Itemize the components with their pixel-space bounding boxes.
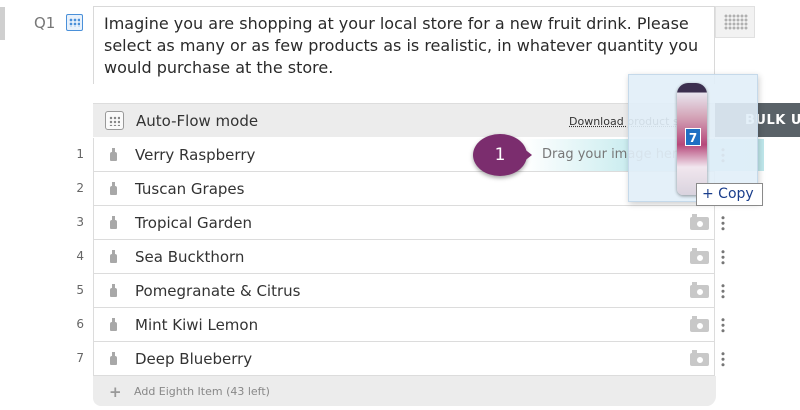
add-item-label[interactable]: Add Eighth Item (43 left) bbox=[134, 385, 270, 398]
list-item[interactable]: 3 Tropical Garden bbox=[76, 206, 725, 240]
list-item[interactable]: 6 Mint Kiwi Lemon bbox=[76, 308, 725, 342]
list-item[interactable]: 7 Deep Blueberry bbox=[76, 342, 725, 376]
product-list: 1 Verry Raspberry Drag your image here 2… bbox=[76, 138, 764, 376]
more-options-icon[interactable] bbox=[721, 317, 725, 334]
add-item-row[interactable]: + Add Eighth Item (43 left) bbox=[93, 376, 715, 406]
autoflow-bar: Auto-Flow mode Download product s bbox=[93, 103, 715, 137]
more-options-icon[interactable] bbox=[721, 215, 725, 232]
item-number: 3 bbox=[76, 215, 84, 229]
item-label[interactable]: Mint Kiwi Lemon bbox=[135, 316, 258, 334]
more-options-icon[interactable] bbox=[721, 249, 725, 266]
camera-icon[interactable] bbox=[690, 350, 709, 366]
bottle-icon bbox=[110, 216, 117, 229]
list-item[interactable]: 5 Pomegranate & Citrus bbox=[76, 274, 725, 308]
bottle-icon bbox=[110, 352, 117, 365]
question-text[interactable]: Imagine you are shopping at your local s… bbox=[93, 6, 715, 84]
item-number: 2 bbox=[76, 181, 84, 195]
item-label[interactable]: Sea Buckthorn bbox=[135, 248, 244, 266]
item-label[interactable]: Deep Blueberry bbox=[135, 350, 252, 368]
question-drag-handle-icon[interactable] bbox=[715, 6, 755, 38]
list-item[interactable]: 2 Tuscan Grapes bbox=[76, 172, 725, 206]
item-number: 7 bbox=[76, 351, 84, 365]
bottle-icon bbox=[110, 318, 117, 331]
bottle-icon bbox=[110, 148, 117, 161]
grid-icon[interactable] bbox=[66, 14, 83, 31]
question-number: Q1 bbox=[34, 14, 56, 32]
item-label[interactable]: Verry Raspberry bbox=[135, 146, 255, 164]
bottle-icon bbox=[110, 250, 117, 263]
list-item[interactable]: 4 Sea Buckthorn bbox=[76, 240, 725, 274]
add-row-corner bbox=[694, 376, 716, 406]
plus-icon[interactable]: + bbox=[109, 383, 122, 401]
camera-icon[interactable] bbox=[690, 316, 709, 332]
question-accent-bar bbox=[0, 7, 5, 40]
more-options-icon[interactable] bbox=[721, 283, 725, 300]
item-number: 4 bbox=[76, 249, 84, 263]
autoflow-label: Auto-Flow mode bbox=[136, 112, 259, 130]
autoflow-icon[interactable] bbox=[105, 111, 124, 130]
item-number: 6 bbox=[76, 317, 84, 331]
step-badge-pointer bbox=[518, 144, 532, 166]
camera-icon[interactable] bbox=[690, 282, 709, 298]
item-label[interactable]: Tropical Garden bbox=[135, 214, 252, 232]
camera-icon[interactable] bbox=[690, 248, 709, 264]
item-label[interactable]: Pomegranate & Citrus bbox=[135, 282, 300, 300]
camera-icon[interactable] bbox=[690, 214, 709, 230]
item-label[interactable]: Tuscan Grapes bbox=[135, 180, 244, 198]
product-number-label: 7 bbox=[685, 128, 701, 146]
copy-cursor-tooltip: + Copy bbox=[696, 183, 763, 206]
bottle-icon bbox=[110, 284, 117, 297]
more-options-icon[interactable] bbox=[721, 351, 725, 368]
item-number: 5 bbox=[76, 283, 84, 297]
bottle-icon bbox=[110, 182, 117, 195]
list-item[interactable]: 1 Verry Raspberry Drag your image here bbox=[76, 138, 764, 172]
item-number: 1 bbox=[76, 147, 84, 161]
